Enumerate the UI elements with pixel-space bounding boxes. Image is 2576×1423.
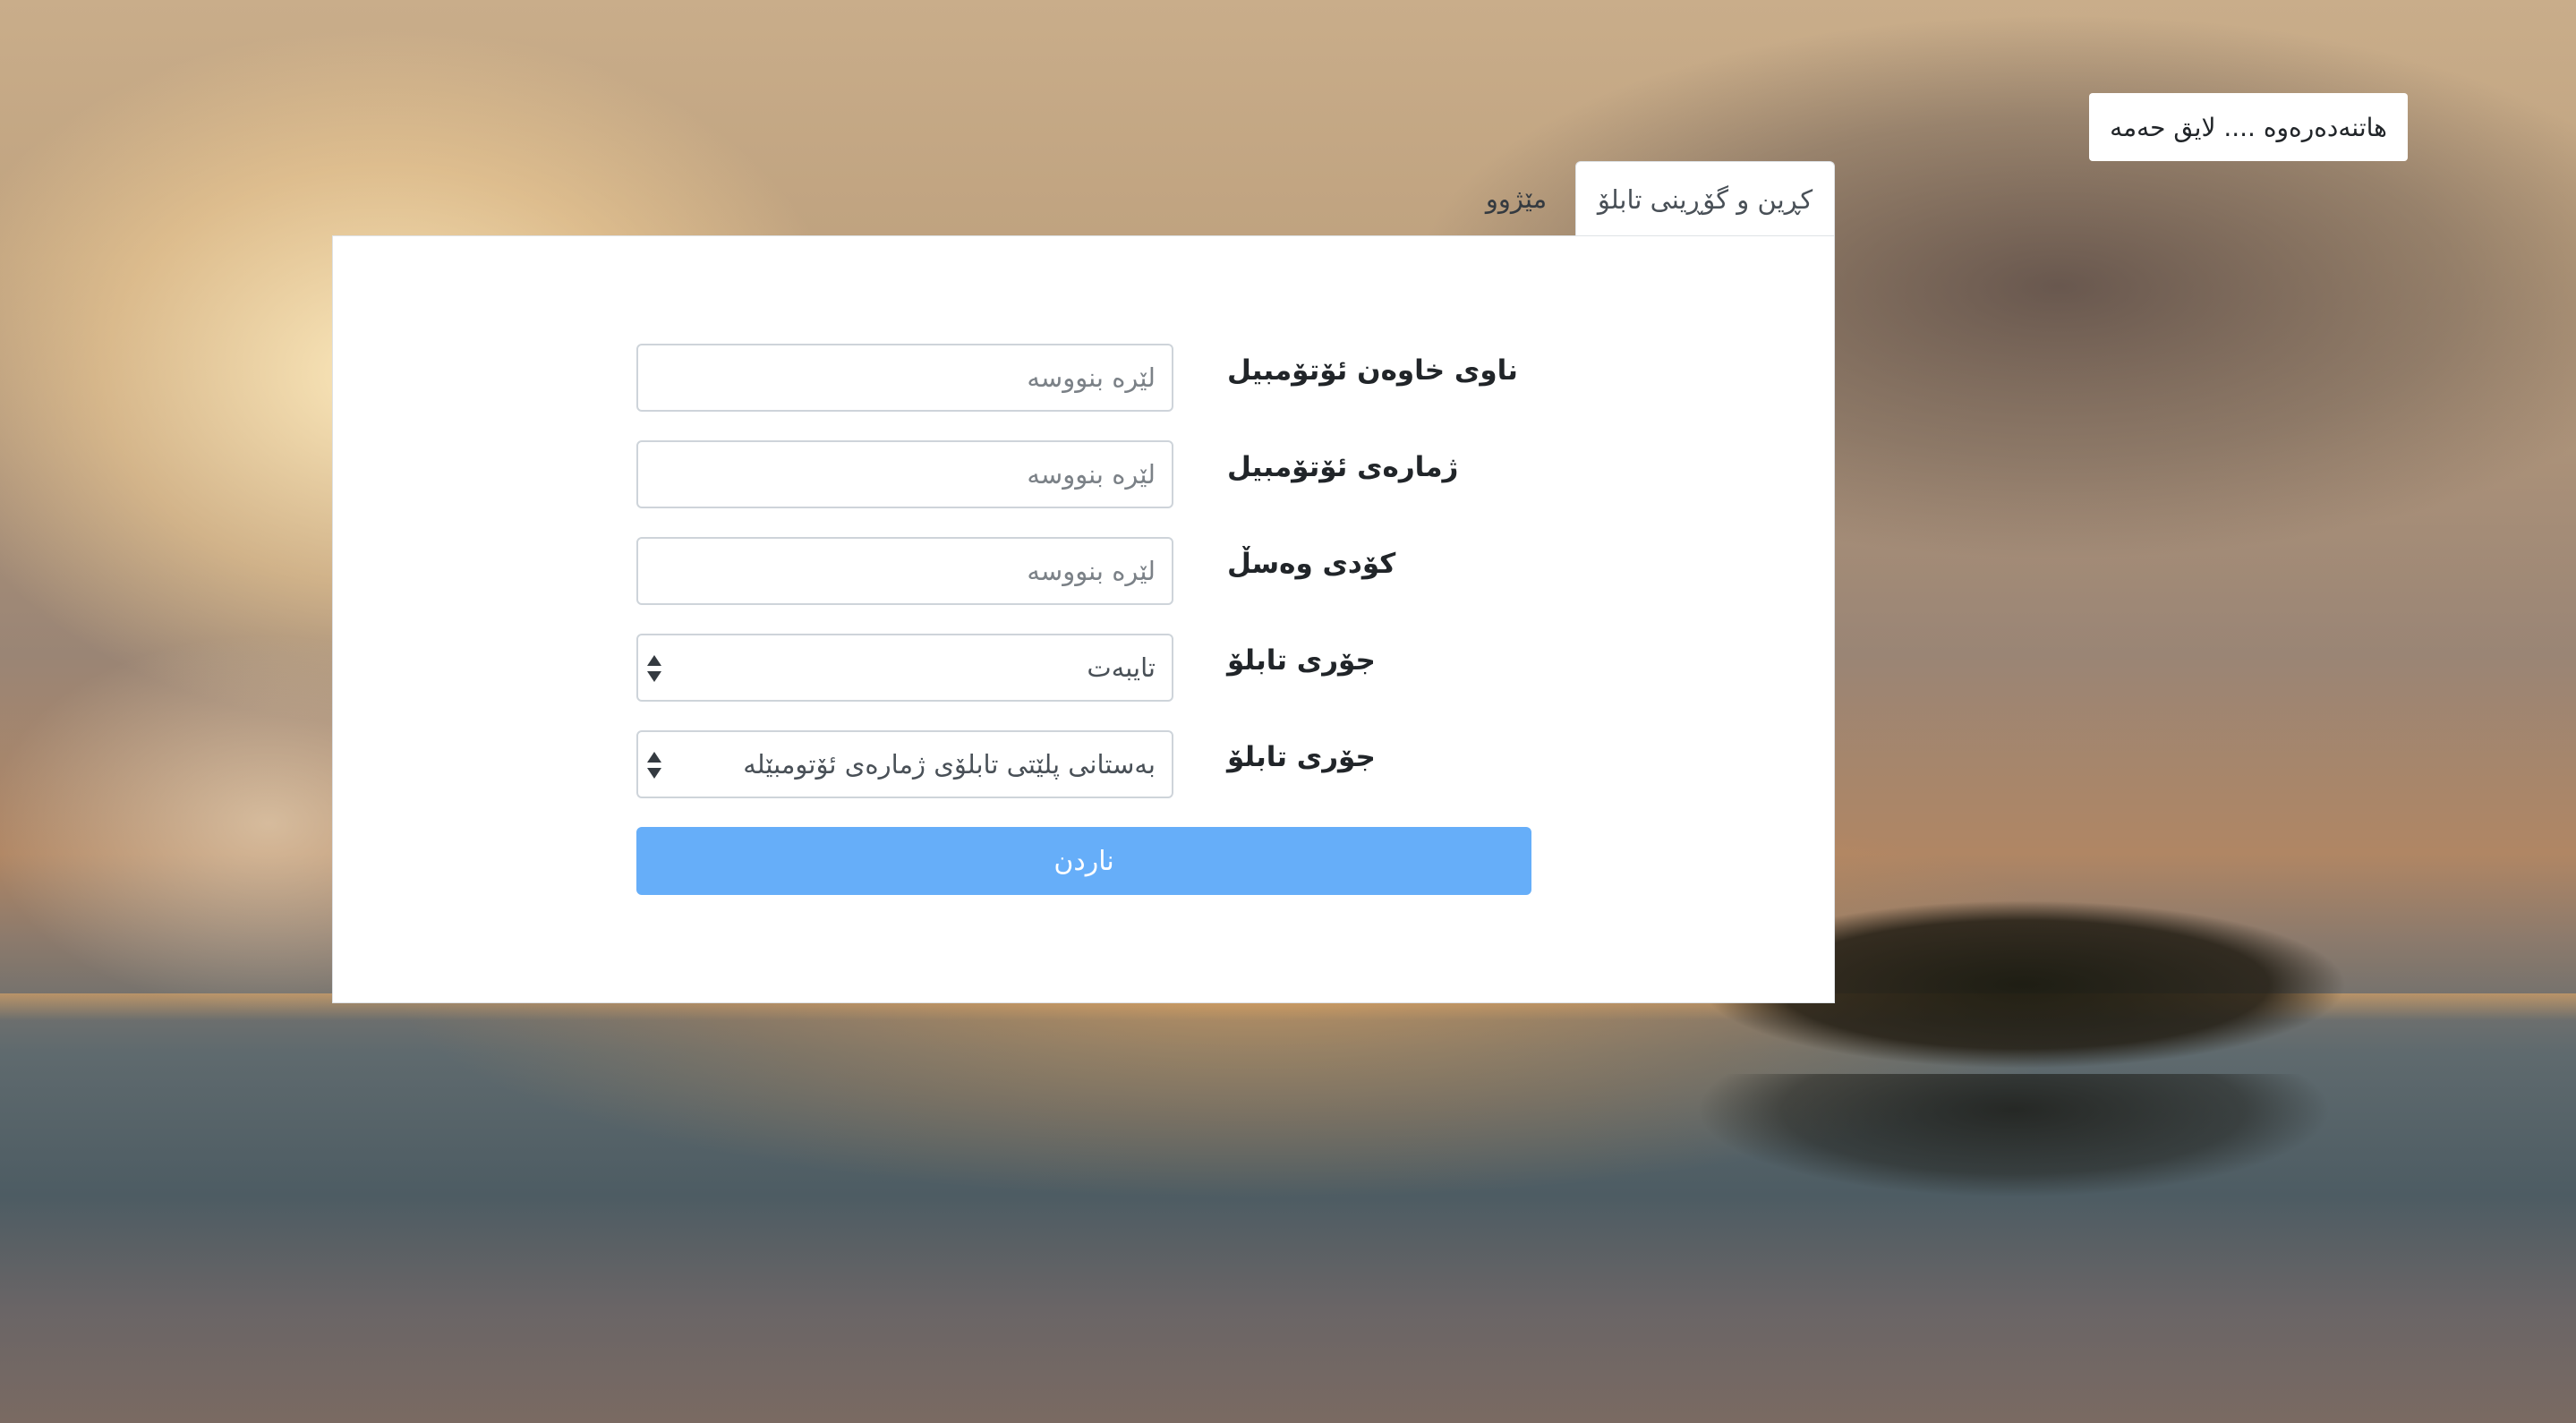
tab-label: مێژوو — [1485, 183, 1548, 214]
form-row-plate-type: جۆری تابلۆ تایبەت — [636, 634, 1827, 702]
submit-button[interactable]: ناردن — [636, 827, 1531, 895]
owner-name-label: ناوی خاوەن ئۆتۆمبیل — [1227, 354, 1518, 387]
plate-kind-selected-value: بەستانی پلێتی تابلۆی ژمارەی ئۆتومبێلە — [743, 749, 1156, 780]
plate-type-selected-value: تایبەت — [1087, 652, 1156, 683]
form-row-car-number: ژمارەی ئۆتۆمبیل — [636, 440, 1827, 508]
logout-user-button[interactable]: هاتنەدەرەوە .... لایق حەمە — [2089, 93, 2408, 161]
plate-kind-select[interactable]: بەستانی پلێتی تابلۆی ژمارەی ئۆتومبێلە — [636, 730, 1173, 798]
tab-buy-change-plate[interactable]: کڕین و گۆڕینی تابلۆ — [1575, 161, 1835, 236]
plate-type-label: جۆری تابلۆ — [1227, 644, 1376, 677]
sort-arrows-icon — [647, 653, 663, 686]
form-row-receipt-code: کۆدی وەسڵ — [636, 537, 1827, 605]
tab-bar: کڕین و گۆڕینی تابلۆ مێژوو — [1459, 161, 1835, 236]
plate-type-select[interactable]: تایبەت — [636, 634, 1173, 702]
tab-label: کڕین و گۆڕینی تابلۆ — [1597, 183, 1813, 215]
tab-history[interactable]: مێژوو — [1459, 161, 1574, 236]
island-reflection — [1593, 1074, 2435, 1307]
car-number-input[interactable] — [636, 440, 1173, 508]
form-card: ناوی خاوەن ئۆتۆمبیل ژمارەی ئۆتۆمبیل کۆدی… — [332, 235, 1835, 1003]
form-row-owner-name: ناوی خاوەن ئۆتۆمبیل — [636, 344, 1827, 412]
owner-name-input[interactable] — [636, 344, 1173, 412]
form-row-plate-kind: جۆری تابلۆ بەستانی پلێتی تابلۆی ژمارەی ئ… — [636, 730, 1827, 798]
user-greeting-text: هاتنەدەرەوە .... لایق حەمە — [2110, 112, 2387, 142]
car-number-label: ژمارەی ئۆتۆمبیل — [1227, 451, 1459, 483]
receipt-code-label: کۆدی وەسڵ — [1227, 548, 1396, 580]
plate-kind-label: جۆری تابلۆ — [1227, 741, 1376, 773]
sort-arrows-icon — [647, 750, 663, 782]
receipt-code-input[interactable] — [636, 537, 1173, 605]
